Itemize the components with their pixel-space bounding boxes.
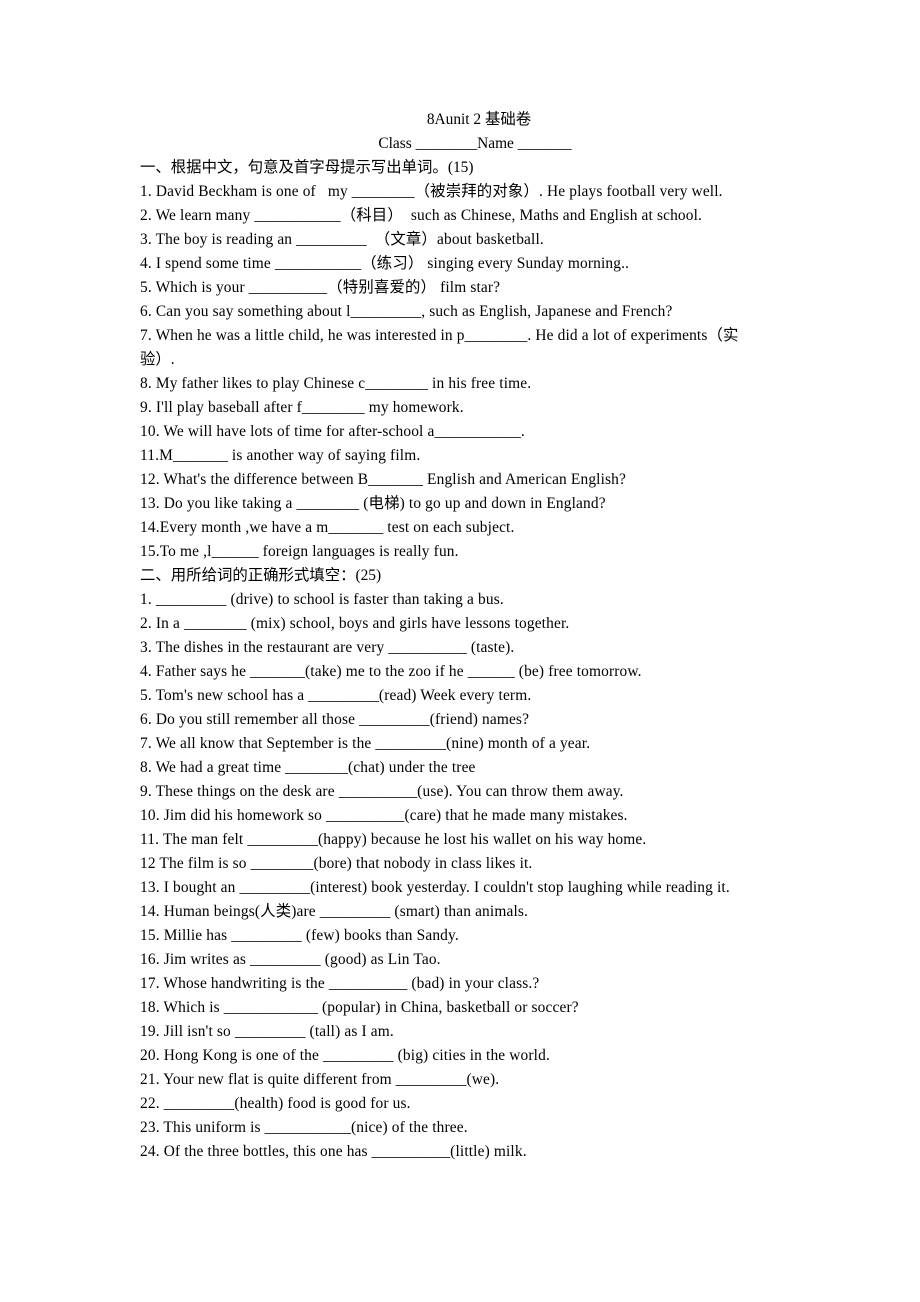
question-item: 15. Millie has _________ (few) books tha… xyxy=(140,927,459,944)
question-item: 6. Can you say something about l________… xyxy=(140,303,673,320)
question-item: 14.Every month ,we have a m_______ test … xyxy=(140,519,515,536)
question-item: 18. Which is ____________ (popular) in C… xyxy=(140,999,579,1016)
question-item: 17. Whose handwriting is the __________ … xyxy=(140,975,540,992)
question-item: 19. Jill isn't so _________ (tall) as I … xyxy=(140,1023,394,1040)
question-item: 2. In a ________ (mix) school, boys and … xyxy=(140,615,570,632)
question-item: 14. Human beings(人类)are _________ (smart… xyxy=(140,903,529,920)
question-item: 12 The film is so ________(bore) that no… xyxy=(140,855,533,872)
question-item: 13. Do you like taking a ________ (电梯) t… xyxy=(140,495,606,512)
worksheet-page: 8Aunit 2 基础卷 Class ________Name _______ … xyxy=(0,0,920,1302)
question-item: 15.To me ,l______ foreign languages is r… xyxy=(140,543,459,560)
question-item: 5. Which is your __________（特别喜爱的） film … xyxy=(140,279,501,296)
question-item: 9. I'll play baseball after f________ my… xyxy=(140,399,464,416)
document-body: 8Aunit 2 基础卷 Class ________Name _______ … xyxy=(140,108,800,1164)
question-item: 16. Jim writes as _________ (good) as Li… xyxy=(140,951,441,968)
question-item: 10. We will have lots of time for after-… xyxy=(140,423,525,440)
question-item: 23. This uniform is ___________(nice) of… xyxy=(140,1119,468,1136)
question-item: 22. _________(health) food is good for u… xyxy=(140,1095,411,1112)
question-item: 5. Tom's new school has a _________(read… xyxy=(140,687,532,704)
question-item: 7. We all know that September is the ___… xyxy=(140,735,591,752)
question-item: 2. We learn many ___________（科目） such as… xyxy=(140,207,703,224)
question-item: 24. Of the three bottles, this one has _… xyxy=(140,1143,527,1160)
question-item: 4. I spend some time ___________（练习） sin… xyxy=(140,255,630,272)
section-two-heading: 二、用所给词的正确形式填空：(25) xyxy=(140,567,382,584)
question-item: 13. I bought an _________(interest) book… xyxy=(140,879,730,896)
question-item: 8. My father likes to play Chinese c____… xyxy=(140,375,532,392)
question-item: 11. The man felt _________(happy) becaus… xyxy=(140,831,647,848)
question-item: 7. When he was a little child, he was in… xyxy=(140,327,739,344)
question-item: 21. Your new flat is quite different fro… xyxy=(140,1071,500,1088)
question-item: 6. Do you still remember all those _____… xyxy=(140,711,530,728)
section-one-heading: 一、根据中文，句意及首字母提示写出单词。(15) xyxy=(140,159,474,176)
page-title: 8Aunit 2 基础卷 xyxy=(426,111,532,128)
question-item: 9. These things on the desk are ________… xyxy=(140,783,624,800)
question-item-continuation: 验）. xyxy=(140,351,175,368)
question-item: 1. David Beckham is one of my ________（被… xyxy=(140,183,723,200)
class-name-line: Class ________Name _______ xyxy=(378,135,572,152)
question-item: 20. Hong Kong is one of the _________ (b… xyxy=(140,1047,550,1064)
question-item: 10. Jim did his homework so __________(c… xyxy=(140,807,628,824)
question-item: 3. The boy is reading an _________ （文章）a… xyxy=(140,231,544,248)
question-item: 4. Father says he _______(take) me to th… xyxy=(140,663,642,680)
question-item: 12. What's the difference between B_____… xyxy=(140,471,627,488)
question-item: 11.M_______ is another way of saying fil… xyxy=(140,447,421,464)
question-item: 3. The dishes in the restaurant are very… xyxy=(140,639,515,656)
question-item: 1. _________ (drive) to school is faster… xyxy=(140,591,504,608)
question-item: 8. We had a great time ________(chat) un… xyxy=(140,759,476,776)
